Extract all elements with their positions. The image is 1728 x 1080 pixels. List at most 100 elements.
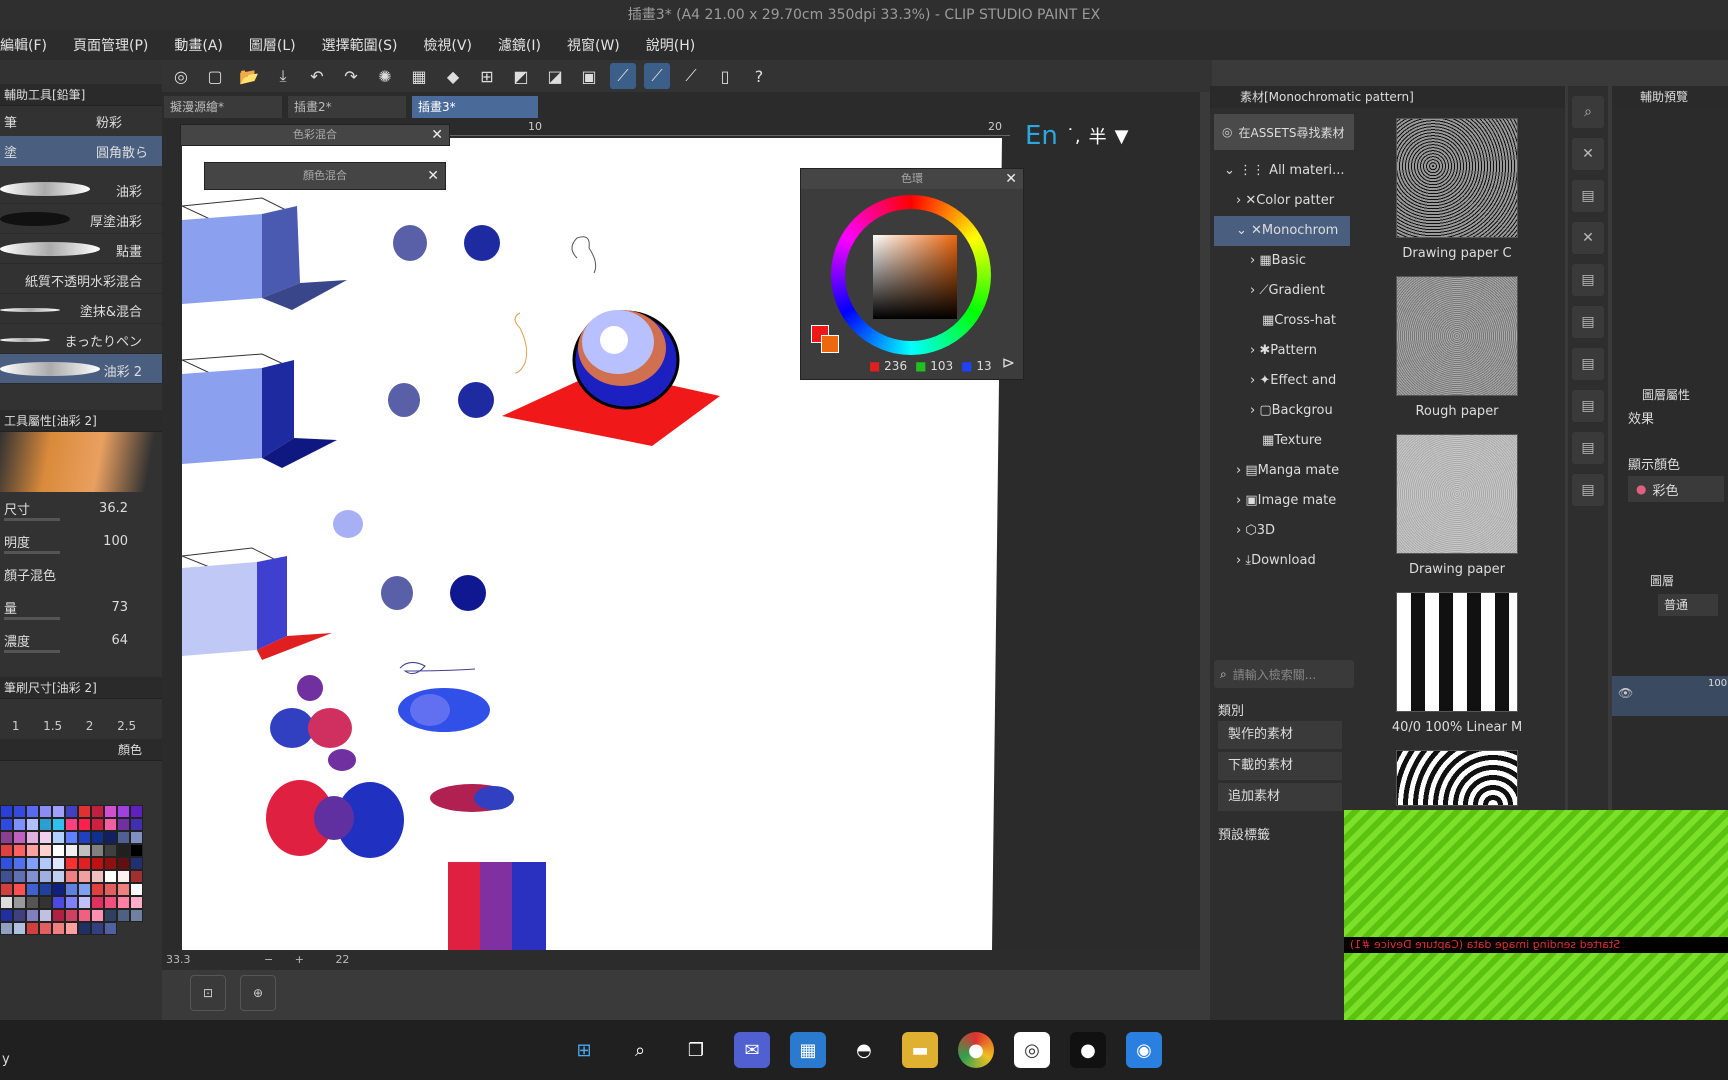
- size-preset[interactable]: 1.5: [43, 719, 62, 733]
- palette-swatch[interactable]: [130, 805, 143, 818]
- tab-illust-2[interactable]: 插畫2*: [288, 96, 406, 118]
- palette-swatch[interactable]: [130, 818, 143, 831]
- menu-window[interactable]: 視窗(W): [567, 35, 620, 55]
- palette-swatch[interactable]: [52, 896, 65, 909]
- palette-swatch[interactable]: [52, 883, 65, 896]
- palette-swatch[interactable]: [130, 857, 143, 870]
- palette-swatch[interactable]: [78, 883, 91, 896]
- palette-swatch[interactable]: [65, 909, 78, 922]
- brush-item[interactable]: 塗抹&混合: [0, 294, 162, 324]
- folder-icon[interactable]: ▤: [1572, 306, 1604, 338]
- tree-gradient[interactable]: › ⟋Gradient: [1214, 276, 1350, 306]
- display-color-select[interactable]: ● 彩色: [1628, 476, 1724, 502]
- palette-swatch[interactable]: [117, 844, 130, 857]
- palette-swatch[interactable]: [104, 896, 117, 909]
- subtool-pencil[interactable]: 筆: [4, 112, 56, 131]
- device-icon[interactable]: ▯: [712, 63, 738, 89]
- palette-swatch[interactable]: [65, 805, 78, 818]
- palette-swatch[interactable]: [104, 909, 117, 922]
- palette-swatch[interactable]: [0, 870, 13, 883]
- palette-swatch[interactable]: [13, 870, 26, 883]
- hsv-toggle-icon[interactable]: ⊳: [1002, 353, 1015, 372]
- start-icon[interactable]: ⊞: [566, 1032, 602, 1068]
- palette-swatch[interactable]: [26, 844, 39, 857]
- file-explorer-icon[interactable]: ▬: [902, 1032, 938, 1068]
- subtool-pastel[interactable]: 粉彩: [60, 112, 122, 131]
- palette-swatch[interactable]: [117, 883, 130, 896]
- tree-manga[interactable]: › ▤Manga mate: [1214, 456, 1350, 486]
- palette-swatch[interactable]: [91, 805, 104, 818]
- clip-studio-icon[interactable]: ◎: [168, 63, 194, 89]
- palette-swatch[interactable]: [130, 883, 143, 896]
- tree-effect[interactable]: › ✦Effect and: [1214, 366, 1350, 396]
- palette-swatch[interactable]: [0, 896, 13, 909]
- palette-swatch[interactable]: [91, 909, 104, 922]
- palette-swatch[interactable]: [0, 883, 13, 896]
- tree-pattern[interactable]: › ✱Pattern: [1214, 336, 1350, 366]
- transform-icon[interactable]: ⊞: [474, 63, 500, 89]
- palette-swatch[interactable]: [26, 857, 39, 870]
- palette-swatch[interactable]: [78, 831, 91, 844]
- task-view-icon[interactable]: ❐: [678, 1032, 714, 1068]
- palette-swatch[interactable]: [91, 870, 104, 883]
- palette-swatch[interactable]: [52, 909, 65, 922]
- palette-swatch[interactable]: [104, 857, 117, 870]
- palette-swatch[interactable]: [26, 909, 39, 922]
- menu-view[interactable]: 檢視(V): [423, 35, 472, 55]
- menu-animation[interactable]: 動畫(A): [174, 35, 223, 55]
- browser-icon[interactable]: ◉: [1126, 1032, 1162, 1068]
- palette-swatch[interactable]: [13, 805, 26, 818]
- prop-amount[interactable]: 量 73: [0, 591, 162, 624]
- palette-swatch[interactable]: [78, 857, 91, 870]
- ime-lang[interactable]: En: [1025, 121, 1058, 151]
- palette-swatch[interactable]: [104, 922, 117, 935]
- menu-page[interactable]: 頁面管理(P): [73, 35, 148, 55]
- fit-page-icon[interactable]: ⊡: [190, 975, 226, 1011]
- palette-swatch[interactable]: [78, 909, 91, 922]
- subtool-paint[interactable]: 塗: [4, 142, 56, 161]
- close-icon[interactable]: ✕: [1572, 222, 1604, 254]
- palette-swatch[interactable]: [26, 870, 39, 883]
- invert-selection-icon[interactable]: ◪: [542, 63, 568, 89]
- store-icon[interactable]: ▦: [790, 1032, 826, 1068]
- palette-swatch[interactable]: [26, 818, 39, 831]
- palette-swatch[interactable]: [117, 870, 130, 883]
- palette-swatch[interactable]: [26, 922, 39, 935]
- palette-swatch[interactable]: [52, 870, 65, 883]
- tree-cross-hatching[interactable]: ▦Cross-hat: [1214, 306, 1350, 336]
- menu-help[interactable]: 說明(H): [646, 35, 695, 55]
- fill-icon[interactable]: ◆: [440, 63, 466, 89]
- palette-swatch[interactable]: [78, 818, 91, 831]
- color-mixing-panel-1[interactable]: 色彩混合 ✕: [180, 124, 450, 146]
- palette-swatch[interactable]: [0, 922, 13, 935]
- tree-texture[interactable]: ▦Texture: [1214, 426, 1350, 456]
- size-preset[interactable]: 2.5: [117, 719, 136, 733]
- tree-download[interactable]: › ⤓Download: [1214, 546, 1350, 576]
- palette-swatch[interactable]: [13, 909, 26, 922]
- size-preset[interactable]: 2: [86, 719, 94, 733]
- close-icon[interactable]: ✕: [1005, 169, 1017, 189]
- open-file-icon[interactable]: 📂: [236, 63, 262, 89]
- tree-background[interactable]: › ▢Backgrou: [1214, 396, 1350, 426]
- palette-swatch[interactable]: [130, 870, 143, 883]
- rotate-value[interactable]: 22: [335, 953, 349, 966]
- redo-icon[interactable]: ↷: [338, 63, 364, 89]
- brush-item[interactable]: まったりペン: [0, 324, 162, 354]
- menu-layer[interactable]: 圖層(L): [249, 35, 296, 55]
- zoom-out-icon[interactable]: −: [264, 953, 273, 966]
- layer-row[interactable]: 👁 100: [1612, 676, 1728, 716]
- palette-swatch[interactable]: [91, 896, 104, 909]
- material-thumb[interactable]: [1396, 434, 1518, 554]
- palette-swatch[interactable]: [13, 818, 26, 831]
- snap-grid-icon[interactable]: ⟋: [678, 63, 704, 89]
- close-icon[interactable]: ✕: [427, 163, 439, 189]
- category-downloaded[interactable]: 下載的素材: [1218, 752, 1342, 780]
- palette-swatch[interactable]: [0, 805, 13, 818]
- palette-swatch[interactable]: [117, 818, 130, 831]
- palette-label[interactable]: 顏色: [118, 739, 142, 761]
- brush-item[interactable]: 厚塗油彩: [0, 204, 162, 234]
- menu-edit[interactable]: 編輯(F): [0, 35, 47, 55]
- menu-filter[interactable]: 濾鏡(I): [498, 35, 541, 55]
- palette-swatch[interactable]: [26, 896, 39, 909]
- palette-swatch[interactable]: [91, 857, 104, 870]
